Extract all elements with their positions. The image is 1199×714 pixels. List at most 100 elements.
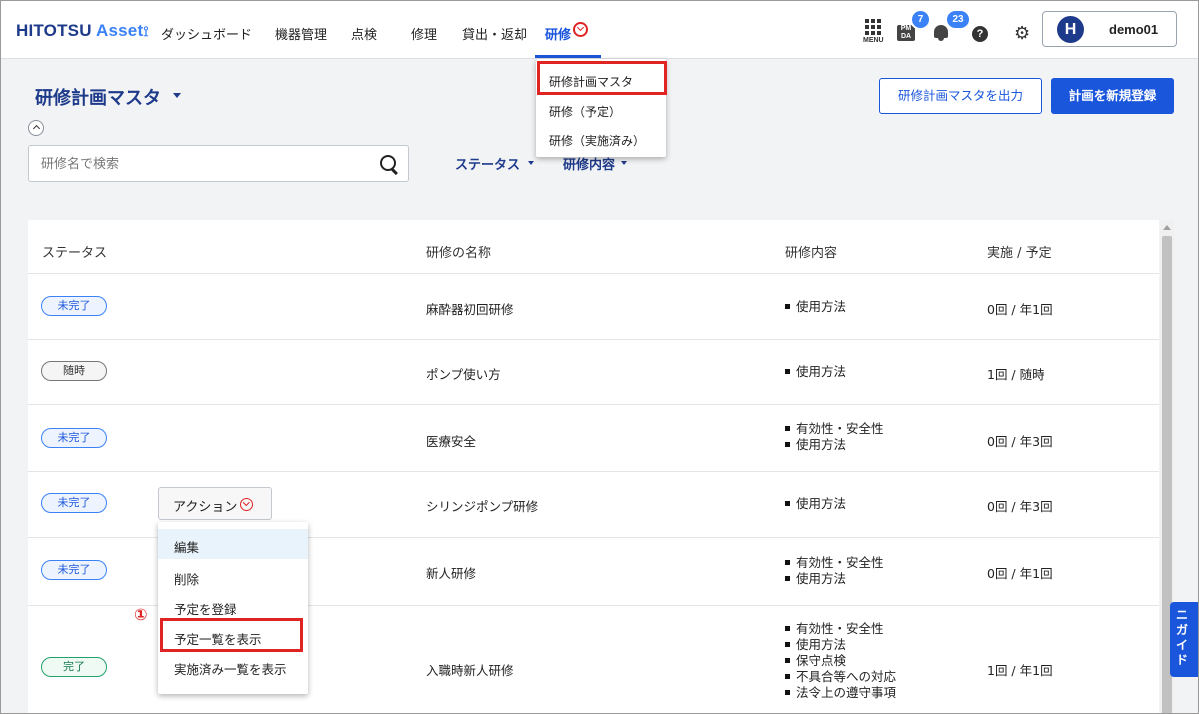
training-name: 入職時新人研修 [426,663,514,678]
nav-equipment[interactable]: 機器管理 [275,24,327,43]
chevron-down-icon[interactable] [573,22,588,37]
chevron-down-icon [240,498,253,511]
status-badge: 未完了 [41,493,107,513]
training-content-item: 有効性・安全性 [785,555,884,571]
bell-icon[interactable] [934,25,948,41]
active-nav-indicator [535,55,601,58]
training-count: 0回 / 年1回 [987,566,1053,581]
nav-menu-item-scheduled[interactable]: 研修（予定） [549,103,621,120]
column-header-content: 研修内容 [785,246,838,261]
nav-training[interactable]: 研修 [545,24,571,43]
training-name: ポンプ使い方 [426,367,501,382]
training-count: 1回 / 年1回 [987,663,1053,678]
app-logo[interactable]: HITOTSU Asset⟟ [16,21,149,41]
menu-item-show-completed-list[interactable]: 実施済み一覧を表示 [174,659,287,678]
menu-item-delete[interactable]: 削除 [174,569,199,588]
new-plan-button[interactable]: 計画を新規登録 [1051,78,1174,114]
bullet-icon [785,690,790,695]
logo-text: HITOTSU [16,21,92,40]
top-navigation-bar: HITOTSU Asset⟟ ダッシュボード 機器管理 点検 修理 貸出・返却 … [1,1,1198,59]
action-button[interactable]: アクション [158,487,272,520]
logo-asset-text: Asset [96,21,144,40]
action-button-label: アクション [173,500,238,515]
nav-lending[interactable]: 貸出・返却 [462,24,527,43]
bullet-icon [785,442,790,447]
pmda-icon[interactable]: PM DA [897,25,915,41]
bullet-icon [785,642,790,647]
column-header-name: 研修の名称 [426,246,492,261]
status-badge: 未完了 [41,296,107,316]
action-menu: 編集 削除 予定を登録 予定一覧を表示 実施済み一覧を表示 [158,522,308,694]
chevron-up-icon[interactable] [28,120,44,136]
search-input[interactable] [39,154,363,174]
training-name: 麻酔器初回研修 [426,302,514,317]
guide-label: ニガイド [1176,608,1189,667]
training-count: 1回 / 随時 [987,367,1045,382]
status-badge: 完了 [41,657,107,677]
menu-item-register-schedule[interactable]: 予定を登録 [174,599,237,618]
filter-status[interactable]: ステータス [455,154,520,173]
avatar: H [1057,16,1084,43]
training-content-item: 有効性・安全性 [785,421,884,437]
pmda-badge: 7 [910,9,931,30]
caret-down-icon[interactable] [528,161,534,165]
status-badge: 随時 [41,361,107,381]
notification-badge: 23 [945,9,971,30]
app-menu-button[interactable]: MENU [863,19,884,44]
bullet-icon [785,560,790,565]
menu-label: MENU [863,37,884,44]
training-name: シリンジポンプ研修 [426,499,539,514]
bullet-icon [785,674,790,679]
logo-mark-icon: ⟟ [143,23,149,39]
username: demo01 [1109,22,1159,37]
page-title[interactable]: 研修計画マスタ [35,84,161,110]
bullet-icon [785,304,790,309]
menu-item-edit[interactable]: 編集 [174,537,199,556]
training-content-item: 使用方法 [785,364,846,380]
gear-icon[interactable]: ⚙ [1014,25,1030,43]
training-content-item: 使用方法 [785,637,846,653]
training-count: 0回 / 年3回 [987,499,1053,514]
app-window: HITOTSU Asset⟟ ダッシュボード 機器管理 点検 修理 貸出・返却 … [0,0,1199,714]
column-header-status: ステータス [42,246,108,261]
training-content-item: 使用方法 [785,496,846,512]
search-icon[interactable] [380,155,396,171]
training-name: 新人研修 [426,566,477,581]
export-master-button[interactable]: 研修計画マスタを出力 [879,78,1042,114]
bullet-icon [785,501,790,506]
training-content-item: 不具合等への対応 [785,669,896,685]
training-content-item: 有効性・安全性 [785,621,884,637]
status-badge: 未完了 [41,428,107,448]
caret-down-icon[interactable] [621,161,627,165]
bullet-icon [785,576,790,581]
bullet-icon [785,626,790,631]
training-content-item: 法令上の遵守事項 [785,685,896,701]
user-menu-button[interactable]: H demo01 [1042,11,1177,47]
nav-repair[interactable]: 修理 [411,24,437,43]
training-count: 0回 / 年1回 [987,302,1053,317]
highlight-box [537,61,667,95]
row-divider [28,273,1159,274]
training-name: 医療安全 [426,434,477,449]
scroll-up-arrow-icon[interactable] [1163,225,1171,230]
nav-dashboard[interactable]: ダッシュボード [161,24,252,43]
training-count: 0回 / 年3回 [987,434,1053,449]
bullet-icon [785,369,790,374]
column-header-count: 実施 / 予定 [987,246,1052,261]
row-divider [28,471,1159,472]
status-badge: 未完了 [41,560,107,580]
bullet-icon [785,658,790,663]
caret-down-icon[interactable] [173,93,181,98]
training-content-item: 使用方法 [785,299,846,315]
nav-menu-item-completed[interactable]: 研修（実施済み） [549,132,645,149]
bullet-icon [785,426,790,431]
step-marker: ① [134,605,148,624]
training-content-item: 使用方法 [785,571,846,587]
training-content-item: 保守点検 [785,653,846,669]
training-content-item: 使用方法 [785,437,846,453]
help-icon[interactable]: ? [972,26,988,42]
nav-inspection[interactable]: 点検 [351,24,377,43]
grid-icon [865,19,881,35]
row-divider [28,404,1159,405]
guide-tab[interactable]: ニガイド [1170,602,1198,677]
